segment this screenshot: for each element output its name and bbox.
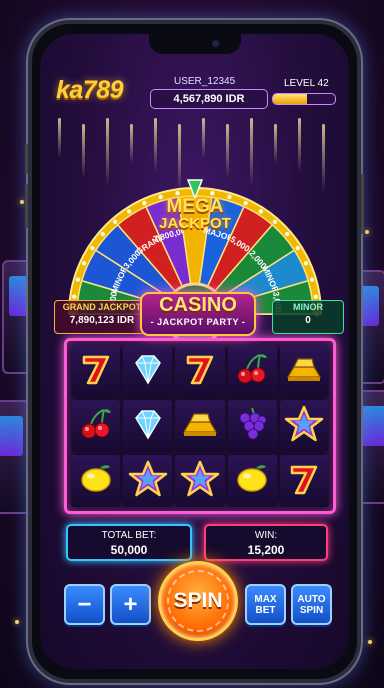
auto-spin-button[interactable]: AUTO SPIN — [291, 584, 332, 625]
minus-icon: − — [77, 590, 92, 618]
reel-cell — [279, 400, 329, 452]
casino-banner: CASINO - JACKPOT PARTY - — [140, 292, 256, 336]
win-value: 15,200 — [247, 543, 285, 557]
plus-icon: + — [123, 590, 138, 618]
reel-cell — [175, 455, 225, 507]
wheel-bulb — [75, 277, 81, 282]
grand-jackpot-label: GRAND JACKPOT — [62, 302, 142, 312]
wheel-bulb — [126, 209, 132, 214]
wheel-bulb — [303, 261, 309, 266]
wheel-bulb — [210, 191, 215, 196]
wheel-bulb — [258, 209, 264, 214]
win-box: WIN: 15,200 — [204, 524, 328, 561]
username: USER_12345 — [174, 76, 236, 87]
wheel-bulb — [90, 245, 95, 251]
casino-subtitle: - JACKPOT PARTY - — [150, 317, 246, 327]
slot-machine-decor — [0, 400, 30, 514]
total-bet-box: TOTAL BET: 50,000 — [66, 524, 192, 561]
reel-cell — [175, 400, 225, 452]
slot-reels — [64, 338, 336, 514]
max-bet-button[interactable]: MAX BET — [245, 584, 286, 625]
gold-icon — [284, 349, 324, 394]
star-icon — [180, 459, 220, 504]
reel-cell — [123, 345, 173, 397]
minor-jackpot-label: MINOR — [293, 302, 323, 312]
reel-cell — [71, 400, 121, 452]
level-progress-bar — [272, 93, 336, 105]
gold-icon — [180, 404, 220, 449]
cherry-icon — [76, 404, 116, 449]
casino-title: CASINO — [159, 294, 237, 316]
wheel-bulb — [285, 231, 290, 237]
reel-cell — [123, 400, 173, 452]
level-label: LEVEL 42 — [284, 78, 329, 89]
lemon-icon — [76, 459, 116, 504]
reel-cell — [123, 455, 173, 507]
wheel-bulb — [142, 200, 147, 206]
reel-cell — [71, 345, 121, 397]
game-screen: ka789 USER_12345 4,567,890 IDR LEVEL 42 … — [40, 34, 349, 669]
wheel-bulb — [243, 200, 248, 206]
wheel-bulb — [313, 294, 318, 299]
wheel-bulb — [100, 231, 105, 237]
cherry-icon — [232, 349, 272, 394]
spin-button[interactable]: SPIN — [158, 561, 238, 641]
wheel-bulb — [272, 219, 278, 224]
auto-spin-label-2: SPIN — [299, 604, 324, 616]
wheel-bulb — [72, 294, 77, 299]
minor-jackpot-value: 0 — [305, 315, 311, 326]
lemon-icon — [232, 459, 272, 504]
seven-icon — [180, 349, 220, 394]
mega-title: MEGA — [166, 196, 224, 217]
reel-cell — [227, 345, 277, 397]
grand-jackpot-value: 7,890,123 IDR — [69, 315, 135, 326]
wheel-bulb — [175, 191, 180, 196]
seven-icon — [76, 349, 116, 394]
reel-cell — [71, 455, 121, 507]
diamond-icon — [128, 404, 168, 449]
star-icon — [284, 404, 324, 449]
seven-icon — [284, 459, 324, 504]
reel-cell — [279, 345, 329, 397]
max-bet-label-1: MAX — [254, 593, 277, 605]
wheel-bulb — [112, 219, 118, 224]
spin-arrows-icon — [167, 570, 229, 632]
grand-jackpot-box: GRAND JACKPOT 7,890,123 IDR — [54, 300, 150, 334]
wheel-bulb — [309, 277, 315, 282]
decrease-bet-button[interactable]: − — [64, 584, 105, 625]
win-label: WIN: — [254, 530, 278, 541]
total-bet-value: 50,000 — [110, 543, 148, 557]
total-bet-label: TOTAL BET: — [101, 530, 157, 541]
phone-notch — [148, 34, 241, 54]
increase-bet-button[interactable]: + — [110, 584, 151, 625]
balance-display: 4,567,890 IDR — [150, 89, 268, 109]
reel-cell — [227, 455, 277, 507]
wheel-bulb — [81, 261, 87, 266]
max-bet-label-2: BET — [255, 604, 276, 616]
mega-jackpot-title: MEGA JACKPOT — [159, 196, 231, 232]
auto-spin-label-1: AUTO — [297, 593, 326, 605]
grape-icon — [232, 404, 272, 449]
level-progress-fill — [273, 94, 308, 104]
diamond-icon — [128, 349, 168, 394]
brand-logo: ka789 — [56, 76, 124, 104]
phone-frame: ka789 USER_12345 4,567,890 IDR LEVEL 42 … — [25, 20, 364, 683]
jackpot-title: JACKPOT — [159, 215, 231, 232]
star-icon — [128, 459, 168, 504]
reel-cell — [279, 455, 329, 507]
wheel-bulb — [295, 245, 300, 251]
minor-jackpot-box: MINOR 0 — [272, 300, 344, 334]
reel-cell — [175, 345, 225, 397]
reel-cell — [227, 400, 277, 452]
